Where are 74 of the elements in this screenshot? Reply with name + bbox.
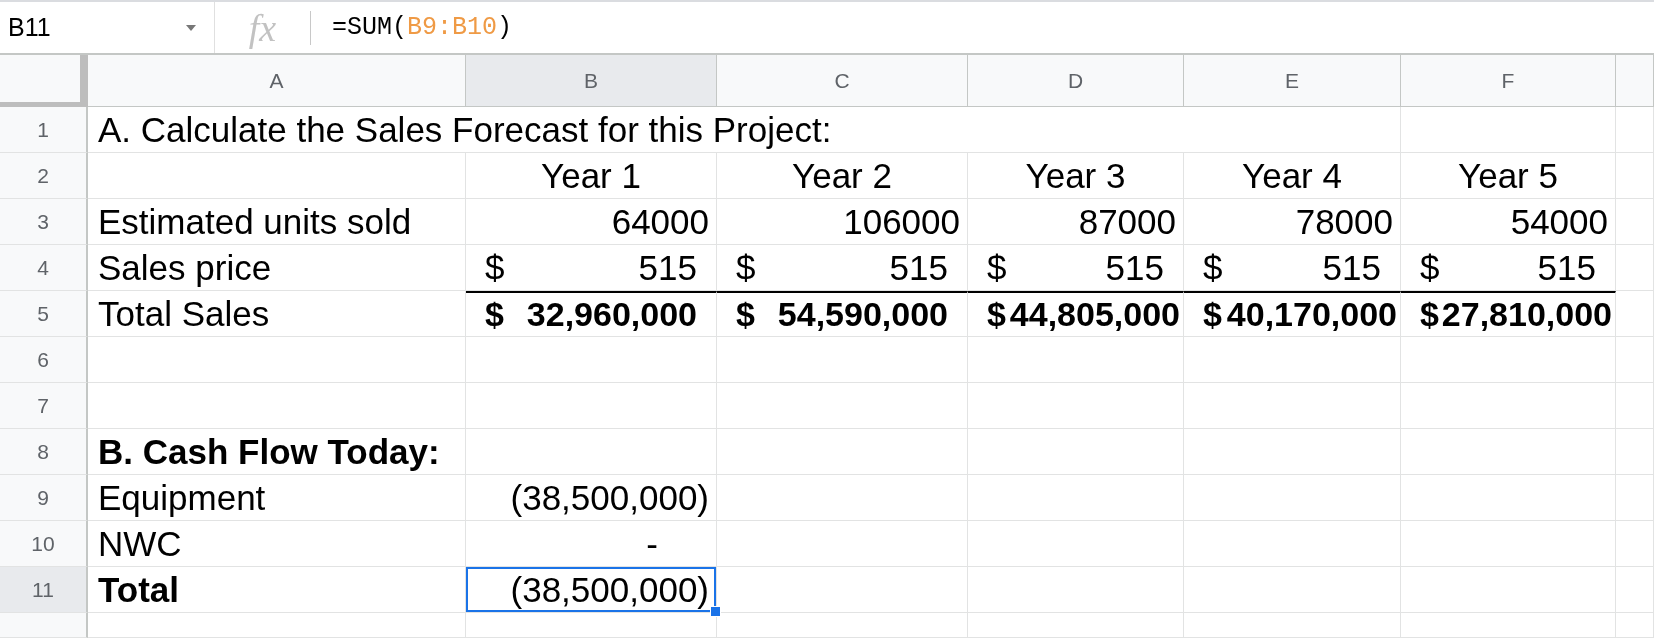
sheet-cell[interactable]: 54000 — [1401, 199, 1616, 245]
currency-sign: $ — [485, 294, 504, 334]
currency-sign: $ — [987, 294, 1006, 334]
sheet-cell[interactable]: $ 515 — [968, 245, 1184, 291]
row-header[interactable]: 10 — [0, 521, 88, 567]
sheet-cell[interactable]: Year 5 — [1401, 153, 1616, 199]
formula-input[interactable]: =SUM(B9:B10) — [311, 2, 1654, 53]
function-symbol: fx — [248, 8, 277, 47]
currency-amount: 32,960,000 — [526, 294, 697, 334]
column-header[interactable]: C — [717, 55, 968, 107]
column-header[interactable]: D — [968, 55, 1184, 107]
row-header[interactable]: 1 — [0, 107, 88, 153]
currency-sign: $ — [1420, 294, 1439, 334]
column-header[interactable]: A — [88, 55, 466, 107]
sheet-cell[interactable]: NWC — [88, 521, 466, 567]
currency-amount: 40,170,000 — [1226, 294, 1397, 334]
sheet-cell[interactable]: Total Sales — [88, 291, 466, 337]
column-header[interactable]: E — [1184, 55, 1401, 107]
sheet-cell[interactable]: Year 1 — [466, 153, 717, 199]
currency-amount: 54,590,000 — [777, 294, 948, 334]
column-header[interactable] — [1616, 55, 1654, 107]
row-header[interactable]: 5 — [0, 291, 88, 337]
row-header[interactable]: 2 — [0, 153, 88, 199]
currency-sign: $ — [987, 248, 1007, 288]
sheet-cell[interactable]: $ 515 — [1401, 245, 1616, 291]
sheet-cell[interactable]: - — [466, 521, 717, 567]
row-header[interactable]: 4 — [0, 245, 88, 291]
row-header[interactable]: 6 — [0, 337, 88, 383]
currency-amount: 515 — [638, 248, 697, 288]
sheet-cell[interactable]: Equipment — [88, 475, 466, 521]
sheet-cell[interactable]: $27,810,000 — [1401, 291, 1616, 337]
sheet-cell[interactable]: $ 515 — [466, 245, 717, 291]
sheet-cell[interactable]: Year 2 — [717, 153, 968, 199]
sheet-cell[interactable]: Year 3 — [968, 153, 1184, 199]
sheet-cell[interactable]: $44,805,000 — [968, 291, 1184, 337]
sheet-cell[interactable]: $ 515 — [1184, 245, 1401, 291]
sheet-cell[interactable]: 64000 — [466, 199, 717, 245]
row-header[interactable]: 9 — [0, 475, 88, 521]
sheet-cell[interactable]: $ 54,590,000 — [717, 291, 968, 337]
currency-amount: 515 — [1537, 248, 1596, 288]
caret-icon — [186, 24, 196, 31]
currency-amount: 515 — [889, 248, 948, 288]
sheet-cell[interactable]: Sales price — [88, 245, 466, 291]
sheet-cell[interactable]: $ 32,960,000 — [466, 291, 717, 337]
fill-handle[interactable] — [710, 606, 721, 617]
currency-sign: $ — [736, 294, 755, 334]
currency-sign: $ — [1420, 248, 1440, 288]
sheet-cell[interactable]: $40,170,000 — [1184, 291, 1401, 337]
sheet-cell[interactable]: Year 4 — [1184, 153, 1401, 199]
sheet-cell[interactable]: B. Cash Flow Today: — [88, 429, 466, 475]
select-all-corner[interactable] — [0, 55, 88, 107]
currency-sign: $ — [485, 248, 505, 288]
row-header[interactable]: 11 — [0, 567, 88, 613]
currency-amount: 515 — [1322, 248, 1381, 288]
currency-amount: 44,805,000 — [1009, 294, 1180, 334]
sheet-cell[interactable]: $ 515 — [717, 245, 968, 291]
row-header[interactable]: 8 — [0, 429, 88, 475]
currency-amount: 515 — [1105, 248, 1164, 288]
currency-sign: $ — [736, 248, 756, 288]
sheet-cell[interactable]: 87000 — [968, 199, 1184, 245]
currency-amount: 27,810,000 — [1441, 294, 1612, 334]
sheet-cell[interactable]: Total — [88, 567, 466, 613]
row-header[interactable] — [0, 613, 88, 638]
column-header[interactable]: F — [1401, 55, 1616, 107]
sheet-cell[interactable]: A. Calculate the Sales Forecast for this Project: — [88, 107, 1401, 153]
currency-sign: $ — [1203, 248, 1223, 288]
sheet-cell[interactable]: 106000 — [717, 199, 968, 245]
sheet-cell[interactable]: Estimated units sold — [88, 199, 466, 245]
sheet-cell[interactable]: (38,500,000) — [466, 475, 717, 521]
row-header[interactable]: 7 — [0, 383, 88, 429]
column-header[interactable]: B — [466, 55, 717, 107]
row-header[interactable]: 3 — [0, 199, 88, 245]
sheet-cell[interactable]: 78000 — [1184, 199, 1401, 245]
currency-sign: $ — [1203, 294, 1222, 334]
